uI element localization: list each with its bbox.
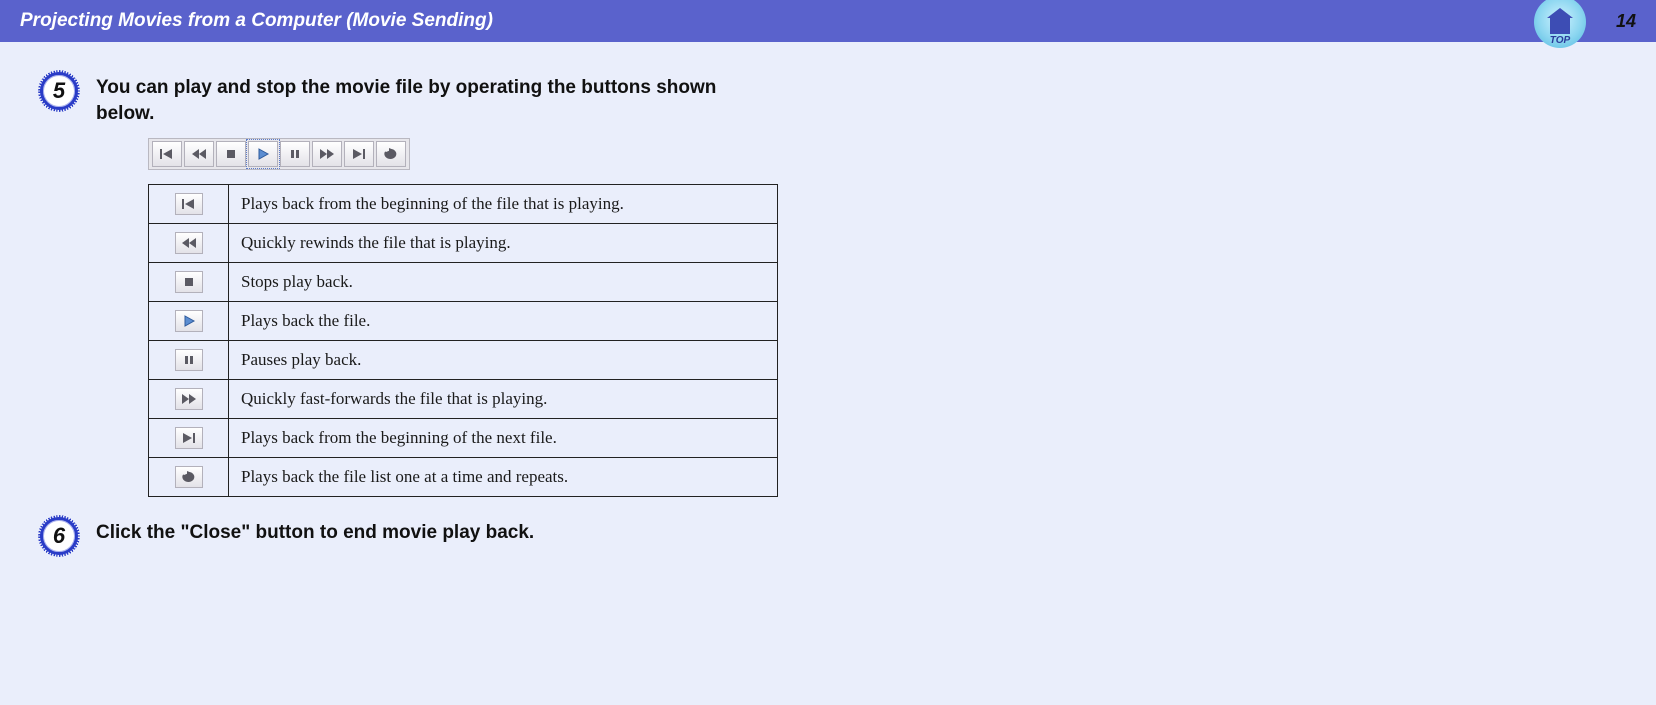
button-description-table: Plays back from the beginning of the fil…: [148, 184, 778, 497]
table-row: Plays back the file.: [149, 302, 778, 341]
icon-cell: [149, 263, 229, 302]
rewind-button[interactable]: [184, 141, 214, 167]
skip-forward-button[interactable]: [344, 141, 374, 167]
repeat-icon: [181, 471, 197, 483]
table-row: Quickly rewinds the file that is playing…: [149, 224, 778, 263]
step-text: Click the "Close" button to end movie pl…: [96, 517, 534, 546]
step-number-badge: 6: [40, 517, 78, 555]
icon-cell: [149, 302, 229, 341]
pause-icon: [287, 148, 303, 160]
fast-forward-sample-button: [175, 388, 203, 410]
step-6: 6 Click the "Close" button to end movie …: [40, 517, 780, 555]
rewind-icon: [191, 148, 207, 160]
pause-icon: [181, 354, 197, 366]
description-cell: Plays back from the beginning of the nex…: [229, 419, 778, 458]
fast-forward-button[interactable]: [312, 141, 342, 167]
skip-back-sample-button: [175, 193, 203, 215]
description-cell: Stops play back.: [229, 263, 778, 302]
page-number: 14: [1616, 11, 1636, 32]
repeat-icon: [383, 148, 399, 160]
table-row: Plays back from the beginning of the fil…: [149, 185, 778, 224]
skip-forward-sample-button: [175, 427, 203, 449]
pause-sample-button: [175, 349, 203, 371]
play-sample-button: [175, 310, 203, 332]
icon-cell: [149, 224, 229, 263]
description-cell: Quickly fast-forwards the file that is p…: [229, 380, 778, 419]
icon-cell: [149, 185, 229, 224]
table-row: Plays back the file list one at a time a…: [149, 458, 778, 497]
stop-button[interactable]: [216, 141, 246, 167]
stop-sample-button: [175, 271, 203, 293]
table-row: Pauses play back.: [149, 341, 778, 380]
step-5: 5 You can play and stop the movie file b…: [40, 72, 780, 126]
description-cell: Plays back the file list one at a time a…: [229, 458, 778, 497]
play-icon: [181, 315, 197, 327]
skip-back-button[interactable]: [152, 141, 182, 167]
pause-button[interactable]: [280, 141, 310, 167]
rewind-icon: [181, 237, 197, 249]
table-row: Plays back from the beginning of the nex…: [149, 419, 778, 458]
play-button[interactable]: [248, 141, 278, 167]
home-icon: [1550, 18, 1570, 34]
rewind-sample-button: [175, 232, 203, 254]
icon-cell: [149, 341, 229, 380]
step-text: You can play and stop the movie file by …: [96, 72, 780, 126]
header-title: Projecting Movies from a Computer (Movie…: [20, 10, 493, 32]
description-cell: Plays back the file.: [229, 302, 778, 341]
table-row: Quickly fast-forwards the file that is p…: [149, 380, 778, 419]
repeat-button[interactable]: [376, 141, 406, 167]
icon-cell: [149, 458, 229, 497]
top-label: TOP: [1550, 35, 1570, 46]
content-area: 5 You can play and stop the movie file b…: [0, 42, 820, 583]
description-cell: Pauses play back.: [229, 341, 778, 380]
fast-forward-icon: [319, 148, 335, 160]
repeat-sample-button: [175, 466, 203, 488]
playback-toolbar: [148, 138, 410, 170]
page-header: Projecting Movies from a Computer (Movie…: [0, 0, 1656, 42]
icon-cell: [149, 380, 229, 419]
fast-forward-icon: [181, 393, 197, 405]
description-cell: Plays back from the beginning of the fil…: [229, 185, 778, 224]
description-cell: Quickly rewinds the file that is playing…: [229, 224, 778, 263]
skip-forward-icon: [181, 432, 197, 444]
icon-cell: [149, 419, 229, 458]
stop-icon: [223, 148, 239, 160]
play-icon: [255, 148, 271, 160]
top-button[interactable]: TOP: [1534, 0, 1586, 48]
table-row: Stops play back.: [149, 263, 778, 302]
stop-icon: [181, 276, 197, 288]
skip-back-icon: [159, 148, 175, 160]
step-number-badge: 5: [40, 72, 78, 110]
skip-back-icon: [181, 198, 197, 210]
skip-forward-icon: [351, 148, 367, 160]
